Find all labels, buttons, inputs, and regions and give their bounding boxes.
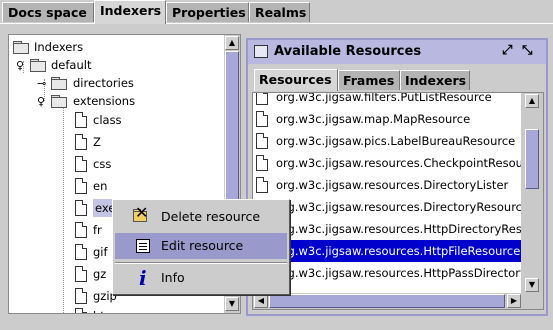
file-icon — [75, 244, 87, 260]
menu-separator — [115, 262, 287, 264]
menu-item-label: Info — [161, 270, 185, 285]
file-icon — [75, 266, 87, 282]
scroll-thumb[interactable] — [269, 294, 505, 308]
scroll-thumb[interactable] — [525, 129, 539, 189]
file-icon — [75, 288, 87, 304]
file-icon — [75, 200, 87, 216]
resize-icon[interactable]: ⤡ — [522, 42, 532, 60]
list-item[interactable]: org.w3c.jigsaw.resources.DirectoryResour… — [253, 196, 521, 218]
delete-resource-menu-item[interactable]: ✕ Delete resource — [115, 204, 287, 230]
tree-leaf-label: Z — [93, 135, 101, 149]
list-item-label: org.w3c.jigsaw.map.MapResource — [276, 112, 471, 126]
context-menu[interactable]: ✕ Delete resource Edit resource i Info — [112, 199, 290, 295]
folder-icon — [13, 41, 29, 54]
list-item[interactable]: org.w3c.jigsaw.map.MapResource — [253, 108, 521, 130]
file-icon — [256, 133, 268, 149]
folder-icon — [51, 77, 67, 90]
frame-icon — [254, 45, 268, 58]
available-resources-frame[interactable]: Available Resources ⤢ ⤡ Resources Frames… — [246, 38, 548, 316]
scroll-up-arrow-icon[interactable]: ▲ — [225, 36, 239, 50]
tab-frames[interactable]: Frames — [338, 70, 400, 90]
frame-title: Available Resources — [274, 44, 422, 59]
file-icon — [75, 134, 87, 150]
expanded-handle-icon[interactable]: ♀ — [37, 96, 45, 107]
tree-leaf-label: htm — [93, 307, 116, 313]
frame-title-bar[interactable]: Available Resources ⤢ ⤡ — [248, 40, 546, 64]
tree-leaf-label: class — [93, 113, 122, 127]
list-item-selected[interactable]: org.w3c.jigsaw.resources.HttpFileResourc… — [253, 240, 521, 262]
tree-node-label: extensions — [73, 94, 136, 108]
list-item-label: org.w3c.jigsaw.resources.HttpPassDirecto… — [276, 266, 521, 280]
list-item-label: org.w3c.jigsaw.resources.DirectoryResour… — [276, 200, 521, 214]
scroll-down-arrow-icon[interactable]: ▼ — [525, 278, 539, 292]
file-icon — [75, 222, 87, 238]
tab-indexers[interactable]: Indexers — [94, 0, 166, 24]
menu-item-label: Delete resource — [161, 209, 261, 224]
tab-indexers[interactable]: Indexers — [400, 70, 470, 90]
tab-resources[interactable]: Resources — [254, 69, 338, 91]
file-icon — [75, 178, 87, 194]
expanded-handle-icon[interactable]: ♀ — [16, 60, 24, 71]
info-icon: i — [139, 266, 147, 290]
file-icon — [75, 112, 87, 128]
resources-vscrollbar[interactable]: ▲ ▼ — [521, 93, 543, 293]
iconify-icon[interactable]: ⤢ — [502, 42, 512, 60]
file-icon — [75, 308, 87, 313]
tree-leaf-label: fr — [93, 223, 102, 237]
tab-docs-space[interactable]: Docs space — [2, 2, 94, 22]
list-item-label: org.w3c.jigsaw.filters.PutListResource — [276, 92, 492, 104]
edit-document-icon — [136, 239, 150, 253]
scroll-up-arrow-icon[interactable]: ▲ — [525, 94, 539, 108]
scroll-right-arrow-icon[interactable]: ▶ — [507, 294, 521, 308]
file-icon — [75, 156, 87, 172]
file-icon — [256, 155, 268, 171]
tab-underline — [0, 23, 553, 24]
file-icon — [256, 177, 268, 193]
tree-leaf-label: css — [93, 157, 112, 171]
tree-connector — [63, 105, 64, 313]
edit-resource-menu-item[interactable]: Edit resource — [115, 233, 287, 259]
scroll-down-arrow-icon[interactable]: ▼ — [225, 297, 239, 311]
tab-properties[interactable]: Properties — [166, 2, 249, 22]
list-item[interactable]: org.w3c.jigsaw.pics.LabelBureauResource — [253, 130, 521, 152]
list-item-label: org.w3c.jigsaw.pics.LabelBureauResource — [276, 134, 516, 148]
file-icon — [256, 93, 268, 105]
delete-folder-icon: ✕ — [133, 203, 149, 222]
file-icon — [256, 111, 268, 127]
list-item[interactable]: org.w3c.jigsaw.resources.HttpDirectoryRe… — [253, 218, 521, 240]
list-item[interactable]: org.w3c.jigsaw.filters.PutListResource — [253, 92, 521, 108]
folder-icon — [30, 59, 46, 72]
list-item-label: org.w3c.jigsaw.resources.HttpDirectoryRe… — [276, 222, 521, 236]
tree-node-label: directories — [73, 76, 134, 90]
list-item-label: org.w3c.jigsaw.resources.HttpFileResourc… — [276, 244, 521, 258]
scroll-left-arrow-icon[interactable]: ◀ — [254, 294, 268, 308]
tree-leaf-label: en — [93, 179, 108, 193]
folder-icon — [51, 95, 67, 108]
list-item[interactable]: org.w3c.jigsaw.resources.CheckpointResou… — [253, 152, 521, 174]
tree-leaf-label: gz — [93, 267, 107, 281]
list-item[interactable]: org.w3c.jigsaw.resources.DirectoryLister — [253, 174, 521, 196]
resources-list[interactable]: org.w3c.jigsaw.filters.PutListResource o… — [252, 92, 544, 310]
collapsed-handle-icon[interactable]: ⊸ — [37, 78, 46, 89]
menu-item-label: Edit resource — [161, 238, 244, 253]
list-item-label: org.w3c.jigsaw.resources.DirectoryLister — [276, 178, 509, 192]
tree-node-label: Indexers — [34, 40, 84, 54]
resources-hscrollbar[interactable]: ◀ ▶ — [253, 293, 543, 309]
tree-leaf-label: gif — [93, 245, 108, 259]
tab-realms[interactable]: Realms — [249, 2, 310, 22]
list-item-label: org.w3c.jigsaw.resources.CheckpointResou… — [276, 156, 521, 170]
list-item[interactable]: org.w3c.jigsaw.resources.HttpPassDirecto… — [253, 262, 521, 284]
info-menu-item[interactable]: i Info — [115, 265, 287, 291]
tree-node-label: default — [51, 58, 92, 72]
